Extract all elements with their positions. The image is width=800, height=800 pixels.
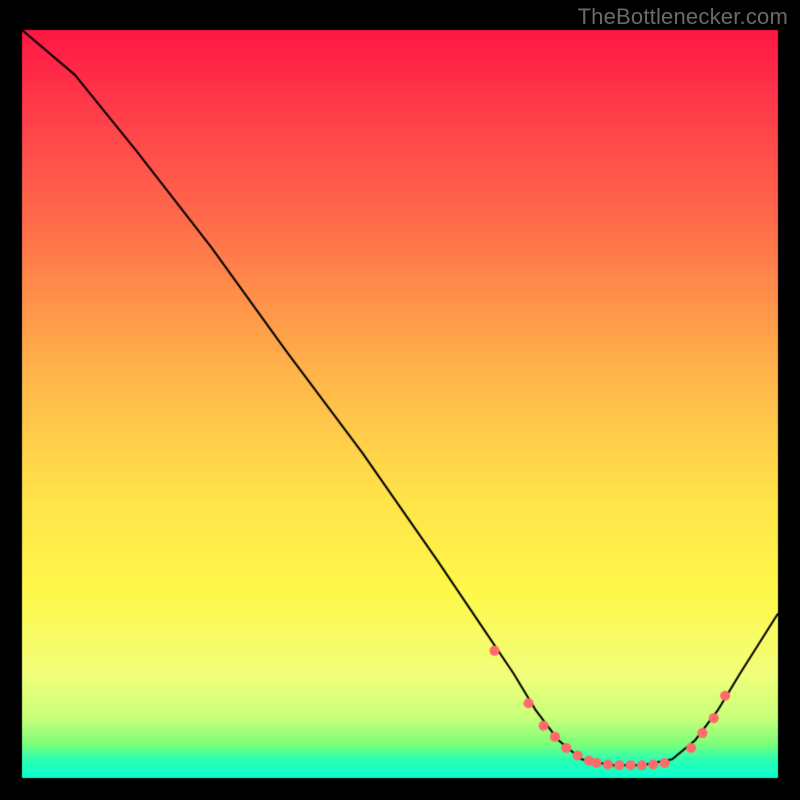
bottleneck-chart-canvas [0,0,800,800]
watermark-label: TheBottlenecker.com [578,4,788,30]
chart-stage: TheBottlenecker.com [0,0,800,800]
